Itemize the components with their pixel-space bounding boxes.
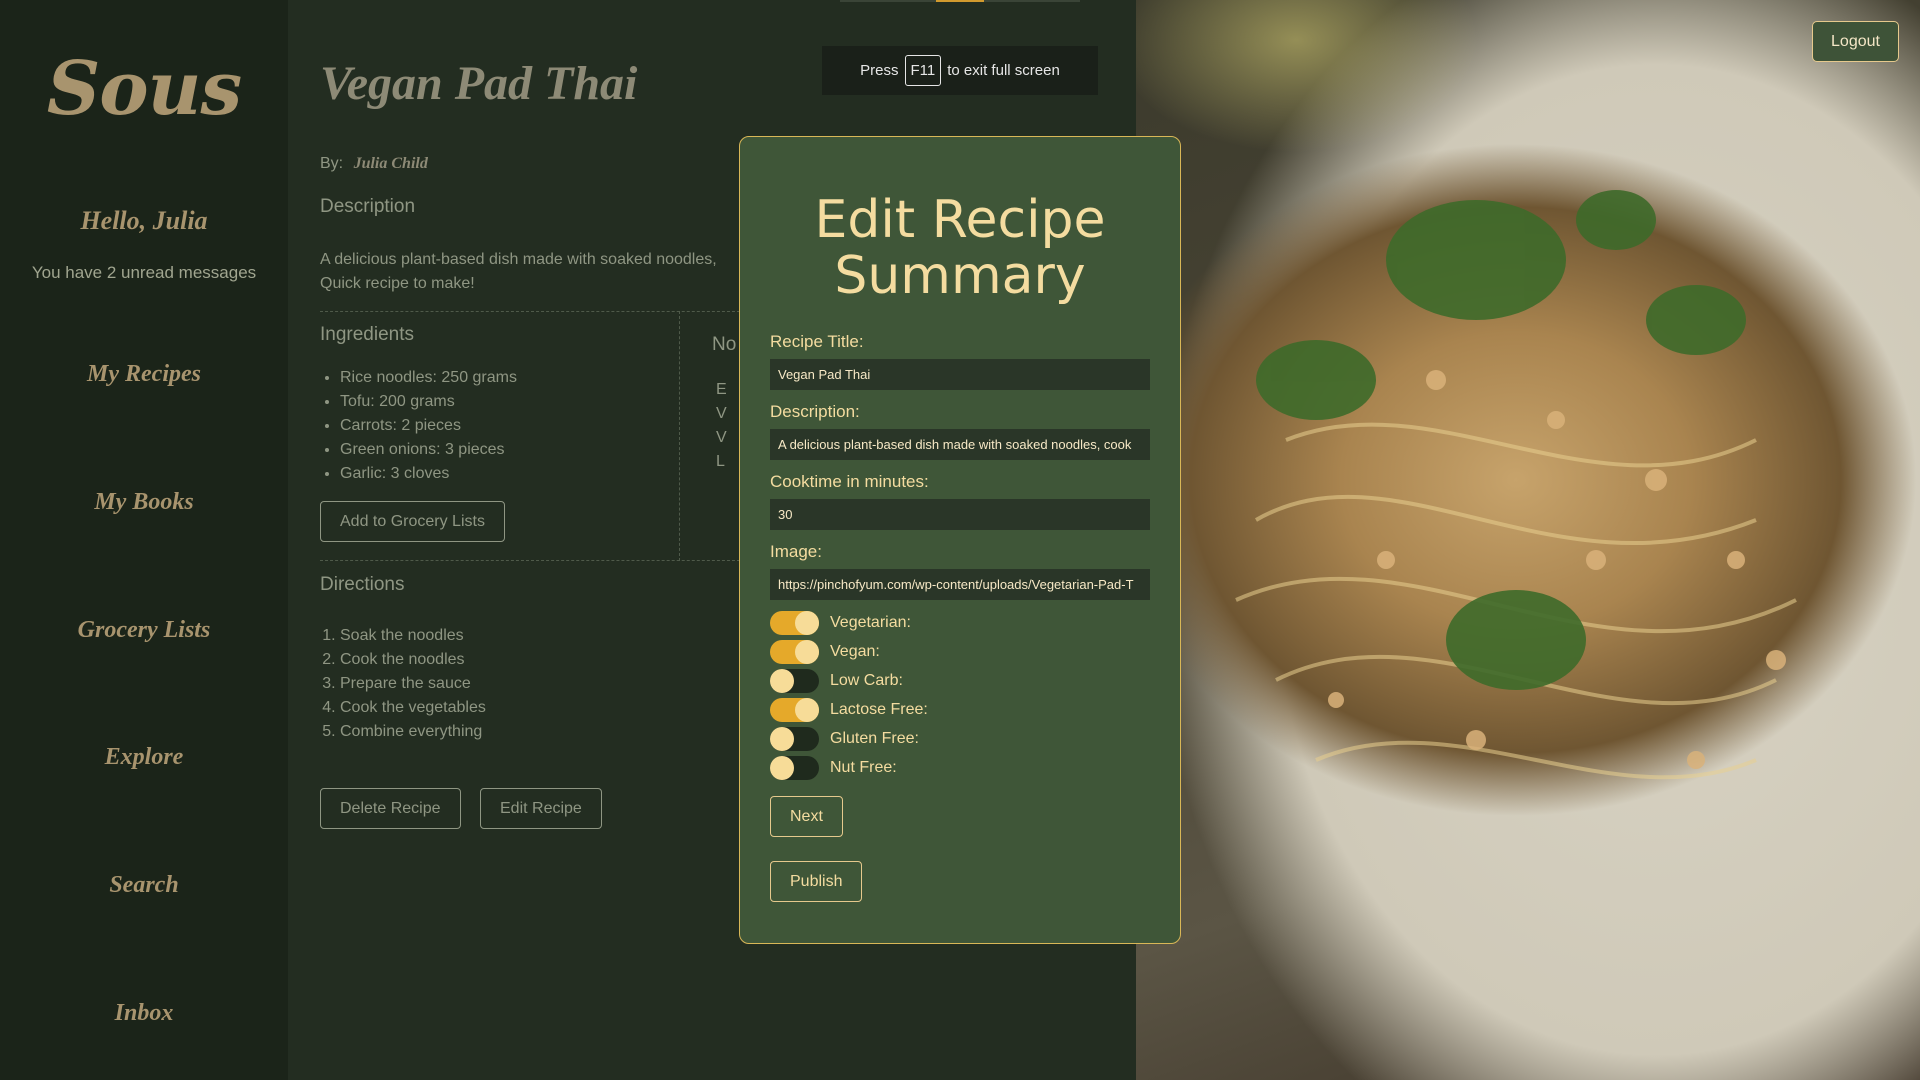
recipe-title-label: Recipe Title: [770,332,864,351]
recipe-author-row: By: Julia Child [320,155,428,173]
toggle-knob [770,727,794,751]
modal-title-line-2: Summary [834,246,1086,306]
modal-title: Edit Recipe Summary [740,192,1180,304]
image-label: Image: [770,542,822,561]
ingredient-item: Green onions: 3 pieces [340,438,517,462]
toggle-knob [770,756,794,780]
gluten-free-label: Gluten Free: [830,730,919,747]
nav-my-books[interactable]: My Books [0,489,288,516]
directions-heading: Directions [320,574,405,595]
low-carb-label: Low Carb: [830,672,903,689]
recipe-title: Vegan Pad Thai [320,57,638,110]
toggle-lactose-free-row: Lactose Free: [770,698,928,722]
delete-recipe-button[interactable]: Delete Recipe [320,788,461,829]
description-label: Description: [770,402,860,421]
toggle-knob [770,669,794,693]
fullscreen-press-text: Press [860,62,899,79]
direction-step: Soak the noodles [340,624,486,648]
toggle-knob [795,611,819,635]
edit-recipe-button[interactable]: Edit Recipe [480,788,602,829]
fullscreen-notice: Press F11 to exit full screen [822,46,1098,95]
note-item: V [716,402,736,426]
note-item: E [716,378,736,402]
divider [320,311,740,312]
edit-recipe-summary-modal: Edit Recipe Summary Recipe Title: Vegan … [739,136,1181,944]
ingredients-heading: Ingredients [320,324,415,345]
by-label: By: [320,155,344,172]
f11-key: F11 [904,55,942,86]
nut-free-label: Nut Free: [830,759,897,776]
vegetarian-label: Vegetarian: [830,614,911,631]
add-to-grocery-lists-button[interactable]: Add to Grocery Lists [320,501,505,542]
greeting: Hello, Julia [80,206,208,235]
toggle-nut-free-row: Nut Free: [770,756,897,780]
logout-button[interactable]: Logout [1812,21,1899,62]
nav-inbox[interactable]: Inbox [0,1000,288,1027]
divider [320,560,740,561]
description-heading: Description [320,196,416,217]
noodle-texture [1235,190,1797,780]
fullscreen-indicator-bar [840,0,1080,2]
fullscreen-indicator-accent [936,0,984,2]
fullscreen-rest-text: to exit full screen [947,62,1060,79]
next-button[interactable]: Next [770,796,843,837]
publish-button[interactable]: Publish [770,861,863,902]
vegan-toggle[interactable] [770,640,819,664]
image-url-input[interactable]: https://pinchofyum.com/wp-content/upload… [770,569,1150,600]
note-item: L [716,450,736,474]
unread-messages-text: You have 2 unread messages [31,263,257,282]
cooktime-input[interactable]: 30 [770,499,1150,530]
recipe-author[interactable]: Julia Child [354,155,428,172]
app-logo[interactable]: Sous [0,46,288,132]
sidebar: Sous Hello, Julia You have 2 unread mess… [0,0,288,1080]
recipe-title-input[interactable]: Vegan Pad Thai [770,359,1150,390]
direction-step: Prepare the sauce [340,672,486,696]
ingredient-item: Rice noodles: 250 grams [340,366,517,390]
cooktime-label: Cooktime in minutes: [770,472,929,491]
nav-search[interactable]: Search [0,872,288,899]
ingredient-item: Carrots: 2 pieces [340,414,517,438]
ingredient-item: Tofu: 200 grams [340,390,517,414]
direction-step: Combine everything [340,720,486,744]
notes-heading: No [712,334,737,355]
note-item: V [716,426,736,450]
description-line-1: A delicious plant-based dish made with s… [320,251,717,268]
toggle-gluten-free-row: Gluten Free: [770,727,919,751]
vegetarian-toggle[interactable] [770,611,819,635]
recipe-photo [1136,0,1920,1080]
toggle-vegetarian-row: Vegetarian: [770,611,911,635]
directions-list: Soak the noodles Cook the noodles Prepar… [340,624,486,744]
divider [679,311,680,561]
ingredients-list: Rice noodles: 250 grams Tofu: 200 grams … [340,366,517,486]
gluten-free-toggle[interactable] [770,727,819,751]
modal-title-line-1: Edit Recipe [814,190,1106,250]
nav-grocery-lists[interactable]: Grocery Lists [0,617,288,644]
notes-list: E V V L [716,378,736,474]
low-carb-toggle[interactable] [770,669,819,693]
vegan-label: Vegan: [830,643,880,660]
nav-explore[interactable]: Explore [0,744,288,771]
lactose-free-toggle[interactable] [770,698,819,722]
toggle-knob [795,640,819,664]
lactose-free-label: Lactose Free: [830,701,928,718]
nut-free-toggle[interactable] [770,756,819,780]
description-line-2: Quick recipe to make! [320,275,475,292]
toggle-vegan-row: Vegan: [770,640,880,664]
direction-step: Cook the noodles [340,648,486,672]
recipe-description: A delicious plant-based dish made with s… [320,248,740,296]
description-input[interactable]: A delicious plant-based dish made with s… [770,429,1150,460]
nav-my-recipes[interactable]: My Recipes [0,361,288,388]
direction-step: Cook the vegetables [340,696,486,720]
toggle-low-carb-row: Low Carb: [770,669,903,693]
ingredient-item: Garlic: 3 cloves [340,462,517,486]
toggle-knob [795,698,819,722]
